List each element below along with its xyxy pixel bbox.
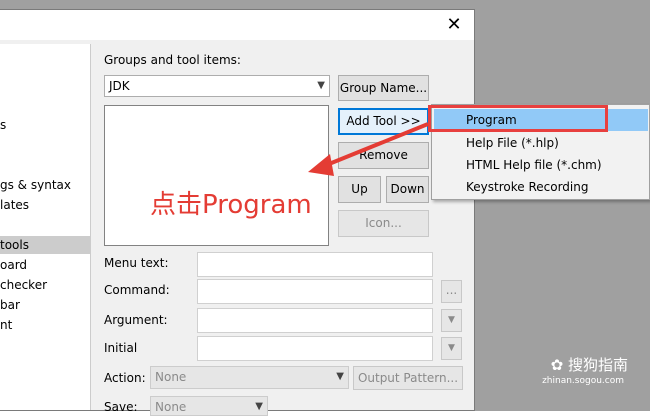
menu-item-help-file[interactable]: Help File (*.hlp) [434,132,648,154]
category-item[interactable]: oard [0,256,90,274]
chevron-down-icon: ▼ [448,343,455,353]
category-item[interactable]: gs & syntax [0,176,90,194]
chevron-down-icon: ▼ [317,80,325,91]
save-select-value: None [155,400,187,414]
menu-text-label: Menu text: [104,256,169,270]
paw-icon: ✿ [550,356,564,374]
icon-button[interactable]: Icon... [338,210,429,237]
category-item-tools[interactable]: tools [0,236,90,254]
category-list[interactable]: s gs & syntax lates tools oard checker b… [0,44,91,410]
chevron-down-icon: ▼ [448,315,455,325]
watermark-brand: ✿ 搜狗指南 [551,354,628,375]
watermark-url: zhinan.sogou.com [542,376,624,386]
save-select[interactable]: None ▼ [150,396,268,416]
highlight-box [428,105,608,132]
group-select[interactable]: JDK ▼ [104,75,330,97]
group-name-button[interactable]: Group Name... [338,75,429,101]
watermark-brand-text: 搜狗指南 [567,356,628,374]
argument-label: Argument: [104,313,168,327]
chevron-down-icon: ▼ [255,401,263,412]
category-item[interactable]: bar [0,296,90,314]
chevron-down-icon: ▼ [336,371,344,382]
initial-field[interactable] [197,336,433,361]
argument-field[interactable] [197,308,433,333]
title-bar: ✕ [0,10,474,40]
action-select-value: None [155,370,187,384]
category-item[interactable]: checker [0,276,90,294]
menu-item-keystroke[interactable]: Keystroke Recording [434,176,648,198]
save-label: Save: [104,400,138,414]
annotation-arrow [308,122,429,176]
output-pattern-button[interactable]: Output Pattern... [353,366,463,390]
category-item[interactable]: lates [0,196,90,214]
tool-items-list[interactable] [104,105,329,246]
command-browse-button[interactable]: ... [441,280,462,303]
category-item[interactable]: s [0,116,90,134]
annotation-text: 点击Program [150,190,312,220]
initial-label: Initial [104,341,138,355]
command-field[interactable] [197,279,433,304]
action-label: Action: [104,371,146,385]
action-select[interactable]: None ▼ [150,366,349,389]
menu-item-html-help[interactable]: HTML Help file (*.chm) [434,154,648,176]
category-item[interactable]: nt [0,316,90,334]
argument-menu-button[interactable]: ▼ [441,309,462,332]
initial-menu-button[interactable]: ▼ [441,337,462,360]
command-label: Command: [104,283,170,297]
menu-text-field[interactable] [197,252,433,277]
group-select-value: JDK [109,79,130,93]
groups-label: Groups and tool items: [104,53,241,67]
close-icon[interactable]: ✕ [442,13,466,37]
